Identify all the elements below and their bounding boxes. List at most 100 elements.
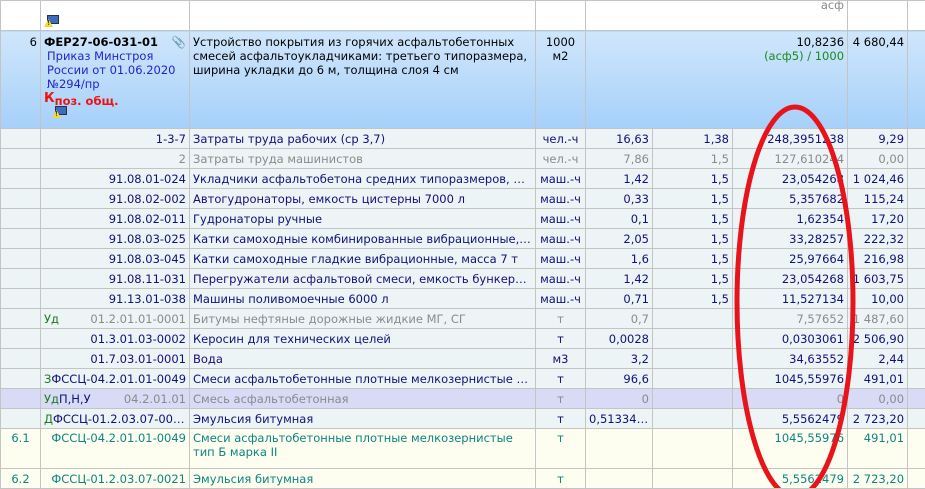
sub-position-row[interactable]: 6.2 ФССЦ-01.2.03.07-0021 Эмульсия битумн… <box>1 469 925 489</box>
warning-comment-icon[interactable] <box>52 106 66 118</box>
position-code[interactable]: ФЕР27-06-031-01 <box>44 35 158 49</box>
paperclip-icon[interactable]: 📎 <box>172 35 186 49</box>
resource-total: 5,5562479 <box>733 409 848 429</box>
resource-code-cell: 91.13.01-038 <box>41 289 190 309</box>
sub-position-number: 6.2 <box>1 469 41 489</box>
total-column-label: асф <box>586 1 848 31</box>
resource-coefficient: 1,5 <box>653 189 733 209</box>
resource-row[interactable]: Уд01.2.01.01-0001 Битумы нефтяные дорожн… <box>1 309 925 329</box>
resource-name: Смесь асфальтобетонная <box>190 389 536 409</box>
resource-quantity: 1,42 <box>586 169 653 189</box>
resource-row[interactable]: 91.08.01-024 Укладчики асфальтобетона ср… <box>1 169 925 189</box>
resource-unit: маш.-ч <box>536 209 586 229</box>
resource-code: ФССЦ-04.2.01.01-0049 <box>51 372 186 386</box>
resource-code-cell: 91.08.11-031 <box>41 269 190 289</box>
resource-code: 91.08.11-031 <box>109 272 186 286</box>
resource-code: ФССЦ-01.2.03.07-0021 <box>53 412 188 426</box>
resource-coefficient <box>653 329 733 349</box>
resource-name: Катки самоходные комбинированные вибраци… <box>190 229 536 249</box>
resource-price: 2 506,90 <box>848 329 908 349</box>
resource-coefficient: 1,5 <box>653 149 733 169</box>
resource-row[interactable]: ДФССЦ-01.2.03.07-0021 Эмульсия битумная … <box>1 409 925 429</box>
resource-row[interactable]: 01.3.01.03-0002 Керосин для технических … <box>1 329 925 349</box>
resource-row[interactable]: ЗФССЦ-04.2.01.01-0049 Смеси асфальтобето… <box>1 369 925 389</box>
resource-total: 7,57652 <box>733 309 848 329</box>
resource-coefficient <box>653 369 733 389</box>
sub-position-code: ФССЦ-01.2.03.07-0021 <box>41 469 190 489</box>
resource-coefficient <box>653 409 733 429</box>
resource-code: 01.3.01.03-0002 <box>90 332 186 346</box>
resource-flag-2: П,Н,У <box>59 392 91 406</box>
resource-row[interactable]: 91.08.03-045 Катки самоходные гладкие ви… <box>1 249 925 269</box>
resource-unit: маш.-ч <box>536 269 586 289</box>
resource-row[interactable]: 91.08.02-011 Гудронаторы ручные маш.-ч 0… <box>1 209 925 229</box>
position-total: 10,8236 <box>589 35 844 49</box>
resource-name: Вода <box>190 349 536 369</box>
resource-total: 11,527134 <box>733 289 848 309</box>
resource-coefficient <box>653 389 733 409</box>
resource-quantity: 16,63 <box>586 129 653 149</box>
resource-unit: т <box>536 409 586 429</box>
resource-code: 91.08.02-011 <box>109 212 186 226</box>
resource-unit: чел.-ч <box>536 149 586 169</box>
resource-name: Автогудронаторы, емкость цистерны 7000 л <box>190 189 536 209</box>
resource-row[interactable]: 2 Затраты труда машинистов чел.-ч 7,86 1… <box>1 149 925 169</box>
resource-unit: маш.-ч <box>536 249 586 269</box>
resource-name: Укладчики асфальтобетона средних типораз… <box>190 169 536 189</box>
resource-row[interactable]: 91.13.01-038 Машины поливомоечные 6000 л… <box>1 289 925 309</box>
resource-quantity: 0,1 <box>586 209 653 229</box>
resource-price: 9,29 <box>848 129 908 149</box>
resource-price: 2,44 <box>848 349 908 369</box>
sub-position-row[interactable]: 6.1 ФССЦ-04.2.01.01-0049 Смеси асфальтоб… <box>1 429 925 469</box>
resource-quantity: 2,05 <box>586 229 653 249</box>
resource-code: 01.7.03.01-0001 <box>90 352 186 366</box>
sub-position-code: ФССЦ-04.2.01.01-0049 <box>41 429 190 469</box>
resource-price: 1 024,46 <box>848 169 908 189</box>
resource-quantity: 1,42 <box>586 269 653 289</box>
resource-code-cell: 91.08.03-045 <box>41 249 190 269</box>
resource-code: 91.13.01-038 <box>109 292 186 306</box>
resource-row[interactable]: 91.08.11-031 Перегружатели асфальтовой с… <box>1 269 925 289</box>
resource-unit: т <box>536 329 586 349</box>
resource-price: 1 603,75 <box>848 269 908 289</box>
resource-quantity: 0,71 <box>586 289 653 309</box>
resource-total: 127,610244 <box>733 149 848 169</box>
sub-position-price: 491,01 <box>848 429 908 469</box>
resource-unit: т <box>536 389 586 409</box>
resource-code-cell: Уд01.2.01.01-0001 <box>41 309 190 329</box>
resource-code-cell: 91.08.01-024 <box>41 169 190 189</box>
resource-row[interactable]: УдП,Н,У04.2.01.01 Смесь асфальтобетонная… <box>1 389 925 409</box>
resource-row[interactable]: 1-3-7 Затраты труда рабочих (ср 3,7) чел… <box>1 129 925 149</box>
resource-flag: Д <box>44 412 53 426</box>
resource-code-cell: 91.08.02-002 <box>41 189 190 209</box>
resource-total: 1,62354 <box>733 209 848 229</box>
resource-code: 91.08.01-024 <box>109 172 186 186</box>
resource-coefficient: 1,5 <box>653 209 733 229</box>
resource-row[interactable]: 01.7.03.01-0001 Вода м3 3,2 34,63552 2,4… <box>1 349 925 369</box>
resource-unit: м3 <box>536 349 586 369</box>
resource-price: 1 487,60 <box>848 309 908 329</box>
resource-code-cell: 2 <box>41 149 190 169</box>
resource-total: 248,3951238 <box>733 129 848 149</box>
sub-position-name: Эмульсия битумная <box>190 469 536 489</box>
resource-unit: маш.-ч <box>536 289 586 309</box>
resource-total: 34,63552 <box>733 349 848 369</box>
resource-unit: т <box>536 309 586 329</box>
resource-quantity: 1,6 <box>586 249 653 269</box>
resource-code: 91.08.03-025 <box>109 232 186 246</box>
resource-quantity: 0,5133456 <box>586 409 653 429</box>
resource-code-cell: 91.08.02-011 <box>41 209 190 229</box>
estimate-position-row[interactable]: 6 📎 ФЕР27-06-031-01 Приказ Минстроя Росс… <box>1 31 925 129</box>
resource-code: 91.08.02-002 <box>109 192 186 206</box>
sub-position-total: 1045,55976 <box>733 429 848 469</box>
sub-position-total: 5,5562479 <box>733 469 848 489</box>
resource-row[interactable]: 91.08.02-002 Автогудронаторы, емкость ци… <box>1 189 925 209</box>
source-document: Приказ Минстроя России от 01.06.2020 №29… <box>44 49 186 91</box>
position-unit: 1000 м2 <box>536 31 586 129</box>
warning-comment-icon[interactable] <box>44 15 58 27</box>
resource-row[interactable]: 91.08.03-025 Катки самоходные комбиниров… <box>1 229 925 249</box>
resource-unit: чел.-ч <box>536 129 586 149</box>
resource-name: Эмульсия битумная <box>190 409 536 429</box>
resource-unit: т <box>536 369 586 389</box>
resource-name: Машины поливомоечные 6000 л <box>190 289 536 309</box>
